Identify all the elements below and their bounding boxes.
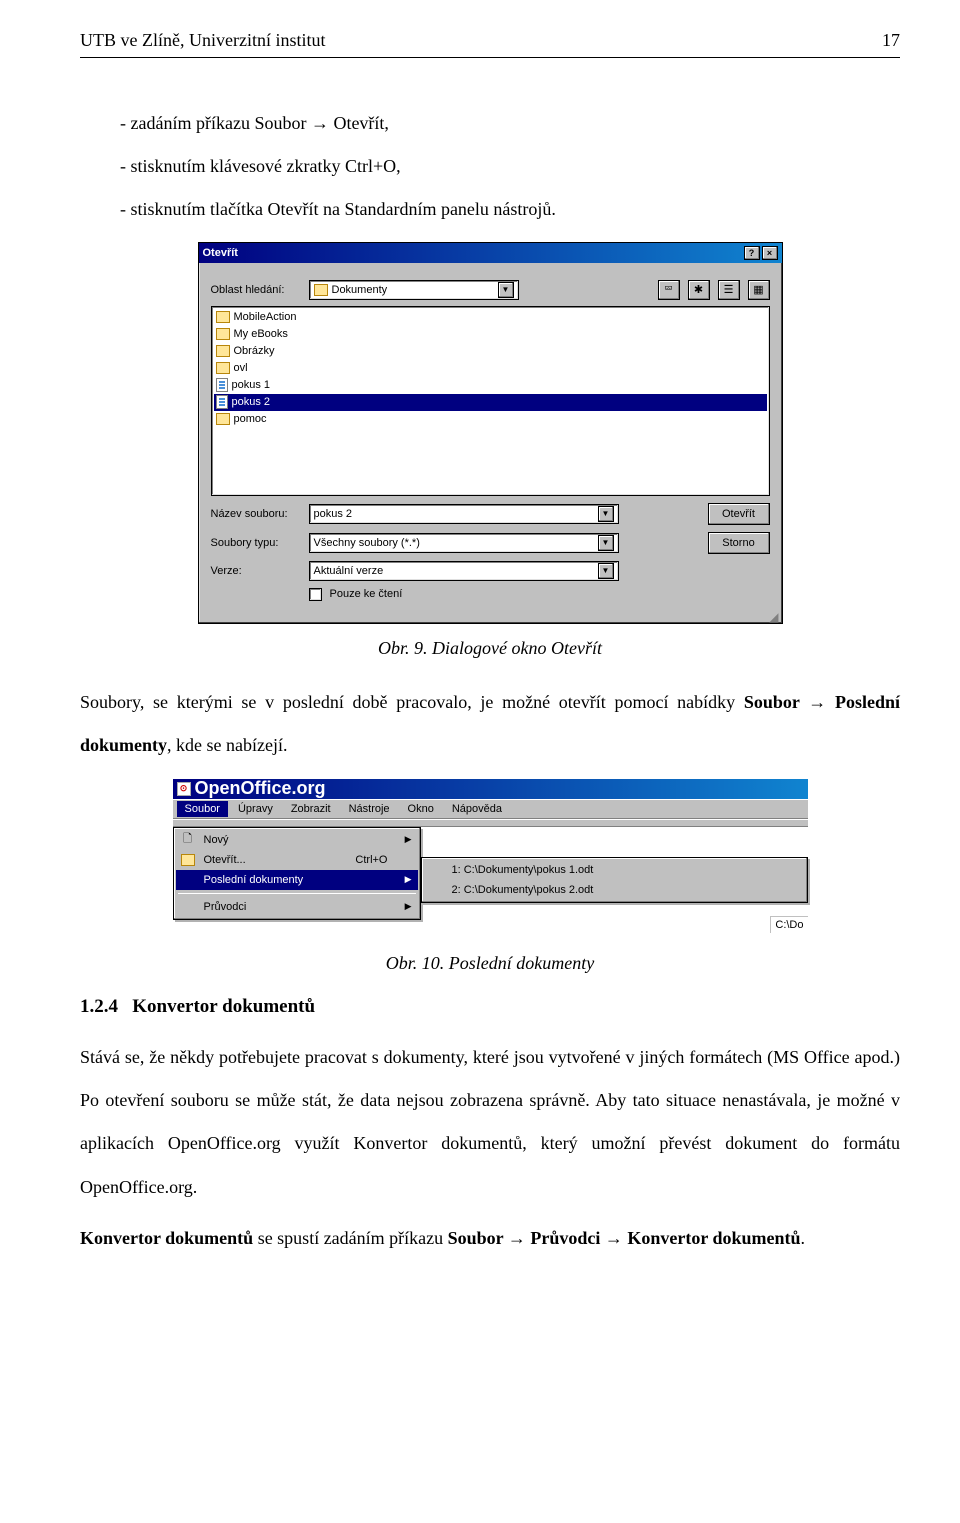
folder-icon xyxy=(216,345,230,357)
list-view-icon[interactable]: ☰ xyxy=(718,280,740,300)
menu-tools[interactable]: Nástroje xyxy=(341,801,398,817)
menu-item-new[interactable]: 🗋 Nový ▶ xyxy=(176,830,418,850)
app-icon: ⊙ xyxy=(177,782,191,796)
submenu-arrow-icon: ▶ xyxy=(405,901,412,912)
chevron-down-icon[interactable]: ▼ xyxy=(498,282,514,298)
bullet-item: - zadáním příkazu Soubor → Otevřít, xyxy=(120,102,900,145)
help-icon[interactable]: ? xyxy=(744,246,760,260)
folder-icon xyxy=(216,362,230,374)
app-titlebar: ⊙ OpenOffice.org xyxy=(173,779,808,799)
status-path-fragment: C:\Do xyxy=(770,916,807,933)
chevron-down-icon[interactable]: ▼ xyxy=(598,506,614,522)
chevron-down-icon[interactable]: ▼ xyxy=(598,535,614,551)
lookin-value: Dokumenty xyxy=(332,284,388,296)
folder-icon xyxy=(216,311,230,323)
menubar: Soubor Úpravy Zobrazit Nástroje Okno Náp… xyxy=(173,799,808,819)
body-paragraph: Soubory, se kterými se v poslední době p… xyxy=(80,681,900,767)
file-listbox[interactable]: MobileAction My eBooks Obrázky ovl pokus… xyxy=(211,306,770,496)
list-item[interactable]: ovl xyxy=(214,360,767,377)
menu-window[interactable]: Okno xyxy=(400,801,442,817)
menu-view[interactable]: Zobrazit xyxy=(283,801,339,817)
bullet-item: - stisknutím klávesové zkratky Ctrl+O, xyxy=(120,145,900,188)
filename-label: Název souboru: xyxy=(211,508,301,520)
page-header: UTB ve Zlíně, Univerzitní institut 17 xyxy=(80,30,900,51)
up-folder-icon[interactable]: ⮹ xyxy=(658,280,680,300)
version-combo[interactable]: Aktuální verze ▼ xyxy=(309,561,619,581)
recent-doc-item[interactable]: 1: C:\Dokumenty\pokus 1.odt xyxy=(424,860,805,880)
app-title: OpenOffice.org xyxy=(195,778,326,799)
open-folder-icon xyxy=(180,852,196,868)
menu-edit[interactable]: Úpravy xyxy=(230,801,281,817)
bullet-item: - stisknutím tlačítka Otevřít na Standar… xyxy=(120,188,900,231)
recent-documents-submenu: 1: C:\Dokumenty\pokus 1.odt 2: C:\Dokume… xyxy=(421,857,808,903)
folder-icon xyxy=(314,284,328,296)
toolbar-strip xyxy=(173,819,808,827)
readonly-checkbox[interactable] xyxy=(309,588,322,601)
list-item[interactable]: pokus 2 xyxy=(214,394,767,411)
filetype-label: Soubory typu: xyxy=(211,537,301,549)
lookin-combo[interactable]: Dokumenty ▼ xyxy=(309,280,519,300)
document-icon xyxy=(216,378,228,392)
header-rule xyxy=(80,57,900,58)
list-item[interactable]: pomoc xyxy=(214,411,767,428)
open-dialog: Otevřít ? × Oblast hledání: Dokumenty ▼ … xyxy=(198,242,783,624)
section-heading: 1.2.4 Konvertor dokumentů xyxy=(80,996,900,1018)
folder-icon xyxy=(216,413,230,425)
figure-caption: Obr. 9. Dialogové okno Otevřít xyxy=(80,638,900,659)
menu-file[interactable]: Soubor xyxy=(177,801,228,817)
readonly-label: Pouze ke čtení xyxy=(330,588,403,600)
document-icon xyxy=(216,395,228,409)
open-button[interactable]: Otevřít xyxy=(708,503,770,525)
new-folder-icon[interactable]: ✱ xyxy=(688,280,710,300)
menu-help[interactable]: Nápověda xyxy=(444,801,510,817)
openoffice-menu-screenshot: ⊙ OpenOffice.org Soubor Úpravy Zobrazit … xyxy=(173,779,808,939)
recent-doc-item[interactable]: 2: C:\Dokumenty\pokus 2.odt xyxy=(424,880,805,900)
details-view-icon[interactable]: ▦ xyxy=(748,280,770,300)
resize-grip-icon[interactable]: ◢ xyxy=(199,613,782,623)
page-number: 17 xyxy=(882,30,900,51)
folder-icon xyxy=(216,328,230,340)
filetype-combo[interactable]: Všechny soubory (*.*) ▼ xyxy=(309,533,619,553)
list-item[interactable]: MobileAction xyxy=(214,309,767,326)
menu-item-recent-documents[interactable]: Poslední dokumenty ▶ xyxy=(176,870,418,890)
header-title: UTB ve Zlíně, Univerzitní institut xyxy=(80,30,325,51)
body-paragraph: Konvertor dokumentů se spustí zadáním př… xyxy=(80,1217,900,1260)
chevron-down-icon[interactable]: ▼ xyxy=(598,563,614,579)
dialog-titlebar[interactable]: Otevřít ? × xyxy=(199,243,782,263)
submenu-arrow-icon: ▶ xyxy=(405,834,412,845)
dialog-title: Otevřít xyxy=(203,247,238,259)
submenu-arrow-icon: ▶ xyxy=(405,874,412,885)
list-item[interactable]: pokus 1 xyxy=(214,377,767,394)
menu-item-open[interactable]: Otevřít... Ctrl+O xyxy=(176,850,418,870)
filename-input[interactable]: pokus 2 ▼ xyxy=(309,504,619,524)
figure-caption: Obr. 10. Poslední dokumenty xyxy=(80,953,900,974)
version-label: Verze: xyxy=(211,565,301,577)
body-paragraph: Stává se, že někdy potřebujete pracovat … xyxy=(80,1036,900,1209)
new-file-icon: 🗋 xyxy=(180,832,196,848)
list-item[interactable]: Obrázky xyxy=(214,343,767,360)
list-item[interactable]: My eBooks xyxy=(214,326,767,343)
menu-separator xyxy=(178,893,416,894)
close-icon[interactable]: × xyxy=(762,246,778,260)
lookin-label: Oblast hledání: xyxy=(211,284,301,296)
cancel-button[interactable]: Storno xyxy=(708,532,770,554)
file-menu-dropdown: 🗋 Nový ▶ Otevřít... Ctrl+O Poslední doku… xyxy=(173,827,421,920)
menu-item-wizards[interactable]: Průvodci ▶ xyxy=(176,897,418,917)
menu-shortcut: Ctrl+O xyxy=(355,854,387,866)
